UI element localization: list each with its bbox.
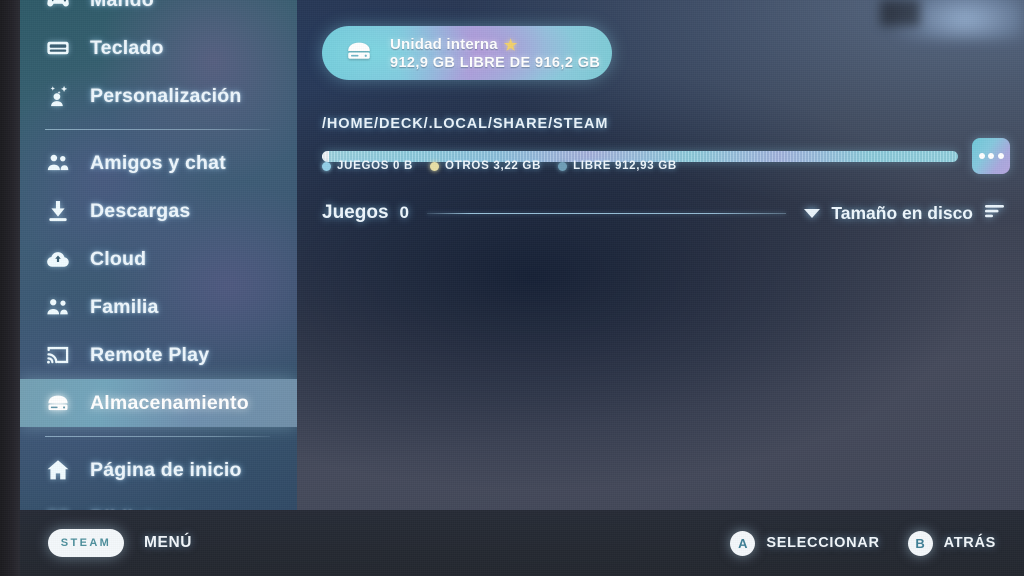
- hint-back[interactable]: B ATRÁS: [907, 530, 996, 556]
- sidebar-item-label: Descargas: [90, 199, 191, 222]
- legend-label: OTROS 3,22 GB: [445, 160, 542, 172]
- sidebar-item-label: Familia: [90, 295, 159, 318]
- sidebar-item-label: Almacenamiento: [90, 391, 249, 414]
- device-bezel: [0, 0, 20, 576]
- personalization-icon: [45, 83, 71, 109]
- sidebar-item-almacenamiento[interactable]: Almacenamiento: [20, 379, 297, 427]
- settings-sidebar: Mando Teclado: [20, 0, 297, 510]
- sort-label: Tamaño en disco: [831, 202, 973, 223]
- sidebar-divider: [45, 436, 270, 437]
- sidebar-item-label: Página de inicio: [90, 458, 242, 481]
- more-options-button[interactable]: [972, 138, 1010, 174]
- games-title: Juegos: [322, 202, 389, 223]
- remote-play-icon: [45, 342, 71, 368]
- legend-label: JUEGOS 0 B: [337, 160, 414, 172]
- b-button-icon: B: [907, 530, 933, 556]
- dot: [978, 153, 985, 159]
- steam-menu-button[interactable]: STEAM: [48, 529, 124, 557]
- cloud-icon: [45, 246, 71, 272]
- sidebar-item-mando[interactable]: Mando: [20, 0, 297, 24]
- sidebar-item-label: Amigos y chat: [90, 151, 226, 174]
- sidebar-item-label: Teclado: [90, 36, 164, 59]
- bezel-shadow: [880, 0, 920, 26]
- hint-select[interactable]: A SELECCIONAR: [730, 530, 880, 556]
- bottom-action-bar: STEAM MENÚ A SELECCIONAR B ATRÁS: [20, 510, 1024, 576]
- legend-label: LIBRE 912,93 GB: [573, 160, 677, 172]
- steam-button-label: STEAM: [60, 537, 112, 549]
- sidebar-item-amigos-y-chat[interactable]: Amigos y chat: [20, 139, 297, 187]
- sort-control[interactable]: Tamaño en disco: [804, 202, 1006, 225]
- hint-label: ATRÁS: [943, 535, 996, 551]
- hard-drive-icon: [344, 36, 374, 71]
- a-button-icon: A: [730, 530, 756, 556]
- sidebar-item-descargas[interactable]: Descargas: [20, 187, 297, 235]
- legend-dot: [430, 161, 440, 171]
- sidebar-item-pagina-de-inicio[interactable]: Página de inicio: [20, 446, 297, 494]
- sidebar-item-biblioteca[interactable]: Biblioteca: [20, 494, 297, 511]
- hint-label: SELECCIONAR: [766, 535, 880, 551]
- storage-main-panel: Unidad interna ★ 912,9 GB LIBRE DE 916,2…: [300, 0, 1024, 510]
- games-list-header: Juegos 0 Tamaño en disco: [322, 198, 1006, 228]
- sidebar-item-familia[interactable]: Familia: [20, 283, 297, 331]
- drive-title-row: Unidad interna ★: [390, 36, 600, 54]
- dot: [997, 153, 1004, 159]
- legend-dot: [322, 161, 331, 171]
- sidebar-item-label: Cloud: [90, 247, 147, 270]
- chevron-down-icon: [804, 208, 821, 218]
- header-rule: [427, 212, 787, 214]
- storage-path: /HOME/DECK/.LOCAL/SHARE/STEAM: [322, 116, 609, 132]
- star-icon: ★: [503, 36, 518, 54]
- sort-descending-icon[interactable]: [984, 202, 1006, 225]
- dot: [988, 153, 994, 159]
- storage-icon: [45, 390, 71, 416]
- drive-capacity: 912,9 GB LIBRE DE 916,2 GB: [390, 54, 601, 71]
- games-count-value: 0: [399, 203, 409, 222]
- sidebar-item-teclado[interactable]: Teclado: [20, 24, 297, 72]
- friends-icon: [45, 150, 71, 176]
- legend-item-otros: OTROS 3,22 GB: [430, 160, 541, 172]
- family-icon: [45, 294, 71, 320]
- drive-title: Unidad interna: [390, 36, 498, 53]
- sidebar-item-label: Remote Play: [90, 343, 210, 366]
- sidebar-divider: [45, 129, 270, 130]
- sidebar-item-personalizacion[interactable]: Personalización: [20, 72, 297, 120]
- sidebar-item-label: Mando: [90, 0, 154, 12]
- home-icon: [45, 457, 71, 483]
- legend-dot: [558, 161, 568, 171]
- keyboard-icon: [45, 35, 71, 61]
- menu-label: MENÚ: [144, 534, 193, 551]
- usage-legend: JUEGOS 0 B OTROS 3,22 GB LIBRE 912,93 GB: [322, 160, 677, 172]
- gamepad-icon: [45, 0, 71, 13]
- sidebar-item-cloud[interactable]: Cloud: [20, 235, 297, 283]
- sidebar-item-remote-play[interactable]: Remote Play: [20, 331, 297, 379]
- button-hints: A SELECCIONAR B ATRÁS: [730, 530, 996, 556]
- sidebar-item-label: Personalización: [90, 84, 242, 107]
- games-count-group: Juegos 0: [322, 202, 409, 224]
- legend-item-juegos: JUEGOS 0 B: [322, 160, 413, 172]
- drive-card[interactable]: Unidad interna ★ 912,9 GB LIBRE DE 916,2…: [322, 26, 612, 80]
- download-icon: [45, 198, 71, 224]
- legend-item-libre: LIBRE 912,93 GB: [558, 160, 677, 172]
